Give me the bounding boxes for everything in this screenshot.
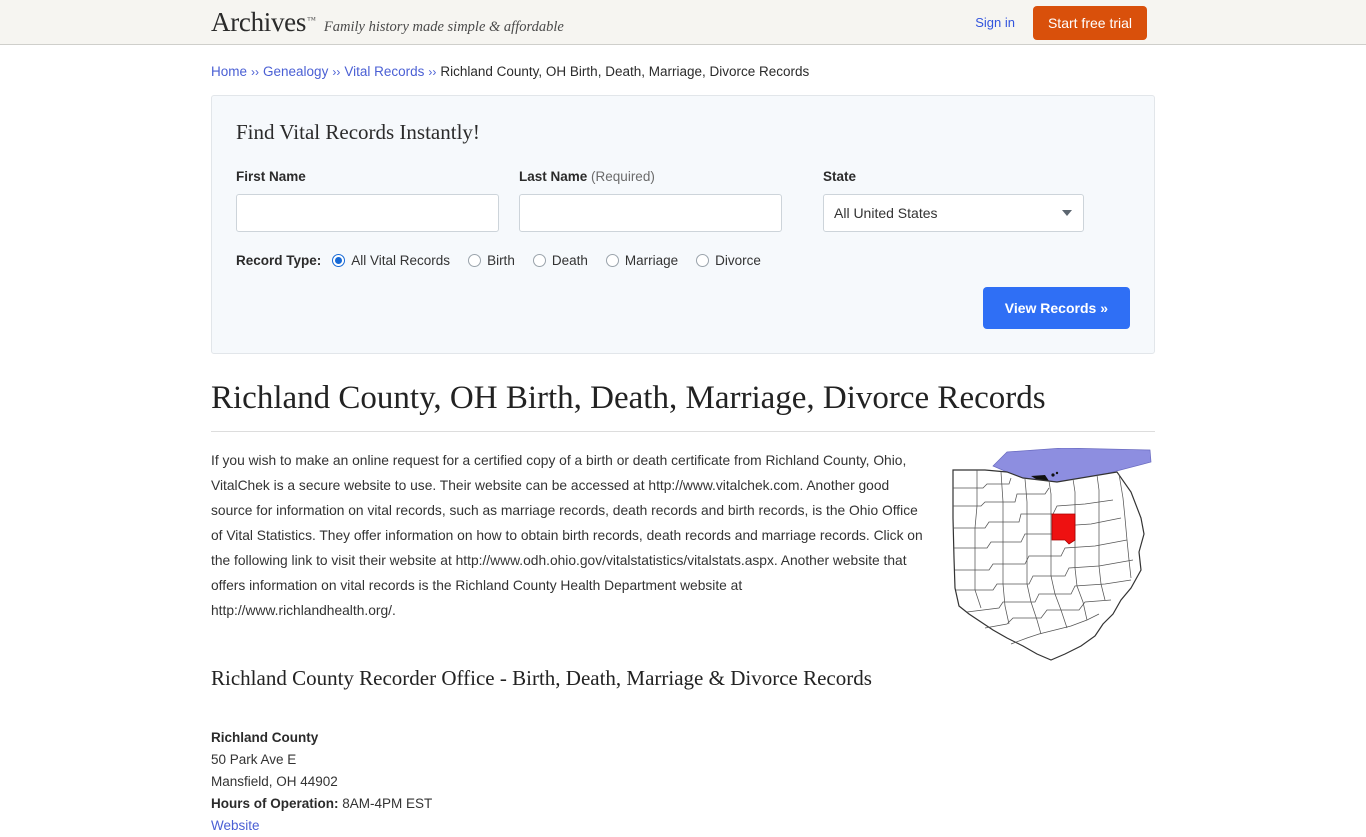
radio-icon-marriage[interactable] <box>605 254 619 267</box>
office-city-state-zip: Mansfield, OH 44902 <box>211 774 338 789</box>
breadcrumb-separator-icon: ›› <box>428 65 437 79</box>
ohio-county-map <box>945 448 1155 673</box>
search-panel-title: Find Vital Records Instantly! <box>236 120 480 144</box>
office-hours-value: 8AM-4PM EST <box>342 796 433 811</box>
record-type-option-all-vital-records[interactable]: All Vital Records <box>332 253 450 268</box>
office-website-row: Website <box>211 815 1155 837</box>
breadcrumb-separator-icon: ›› <box>332 65 341 79</box>
last-name-label-text: Last Name <box>519 169 588 184</box>
record-type-option-label: Marriage <box>624 253 679 268</box>
first-name-label: First Name <box>236 169 306 184</box>
state-label: State <box>823 169 857 184</box>
office-name: Richland County <box>211 730 319 745</box>
article-body: If you wish to make an online request fo… <box>211 432 1155 837</box>
vital-records-search-panel: Find Vital Records Instantly! First Name… <box>211 95 1155 354</box>
record-type-option-birth[interactable]: Birth <box>468 253 515 268</box>
office-hours-label: Hours of Operation: <box>211 796 339 811</box>
logo-text: Archives <box>211 6 307 37</box>
office-website-link[interactable]: Website <box>211 818 260 833</box>
state-select[interactable]: All United States <box>823 194 1084 232</box>
record-type-option-label: Death <box>551 253 588 268</box>
sign-in-link[interactable]: Sign in <box>975 15 1015 30</box>
state-select-value: All United States <box>834 205 938 221</box>
first-name-input[interactable] <box>236 194 499 232</box>
record-type-option-death[interactable]: Death <box>532 253 588 268</box>
radio-icon-divorce[interactable] <box>696 254 710 267</box>
radio-icon-all-vital-records[interactable] <box>332 254 346 267</box>
site-tagline: Family history made simple & affordable <box>323 18 564 35</box>
breadcrumb-item-home[interactable]: Home <box>211 64 247 79</box>
view-records-button[interactable]: View Records » <box>982 287 1130 329</box>
last-name-input[interactable] <box>519 194 782 232</box>
record-type-option-divorce[interactable]: Divorce <box>696 253 761 268</box>
last-name-required-note: (Required) <box>591 169 655 184</box>
trademark-icon: ™ <box>307 14 316 25</box>
record-type-label: Record Type: <box>236 253 322 268</box>
site-header: Archives ™ Family history made simple & a… <box>0 0 1366 45</box>
breadcrumb: Home ›› Genealogy ›› Vital Records ›› Richland… <box>211 45 1155 95</box>
start-free-trial-button[interactable]: Start free trial <box>1032 5 1147 40</box>
breadcrumb-item-current: Richland County, OH Birth, Death, Marria… <box>440 64 810 79</box>
site-logo[interactable]: Archives ™ Family history made simple & a… <box>211 6 564 37</box>
record-type-option-label: All Vital Records <box>351 253 451 268</box>
last-name-label: Last Name (Required) <box>519 169 782 184</box>
record-type-option-marriage[interactable]: Marriage <box>605 253 679 268</box>
record-type-option-label: Divorce <box>715 253 761 268</box>
page-title: Richland County, OH Birth, Death, Marria… <box>211 380 1155 432</box>
office-hours: Hours of Operation: 8AM-4PM EST <box>211 793 1155 815</box>
record-type-option-label: Birth <box>487 253 515 268</box>
radio-icon-death[interactable] <box>532 254 546 267</box>
state-select-wrapper: All United States <box>823 194 1084 232</box>
breadcrumb-separator-icon: ›› <box>251 65 260 79</box>
office-contact-block: Richland County 50 Park Ave E Mansfield,… <box>211 727 1155 837</box>
radio-icon-birth[interactable] <box>468 254 482 267</box>
record-type-group: Record Type: All Vital Records Birth Dea… <box>236 253 1130 268</box>
breadcrumb-item-vital-records[interactable]: Vital Records <box>344 64 424 79</box>
breadcrumb-item-genealogy[interactable]: Genealogy <box>263 64 328 79</box>
